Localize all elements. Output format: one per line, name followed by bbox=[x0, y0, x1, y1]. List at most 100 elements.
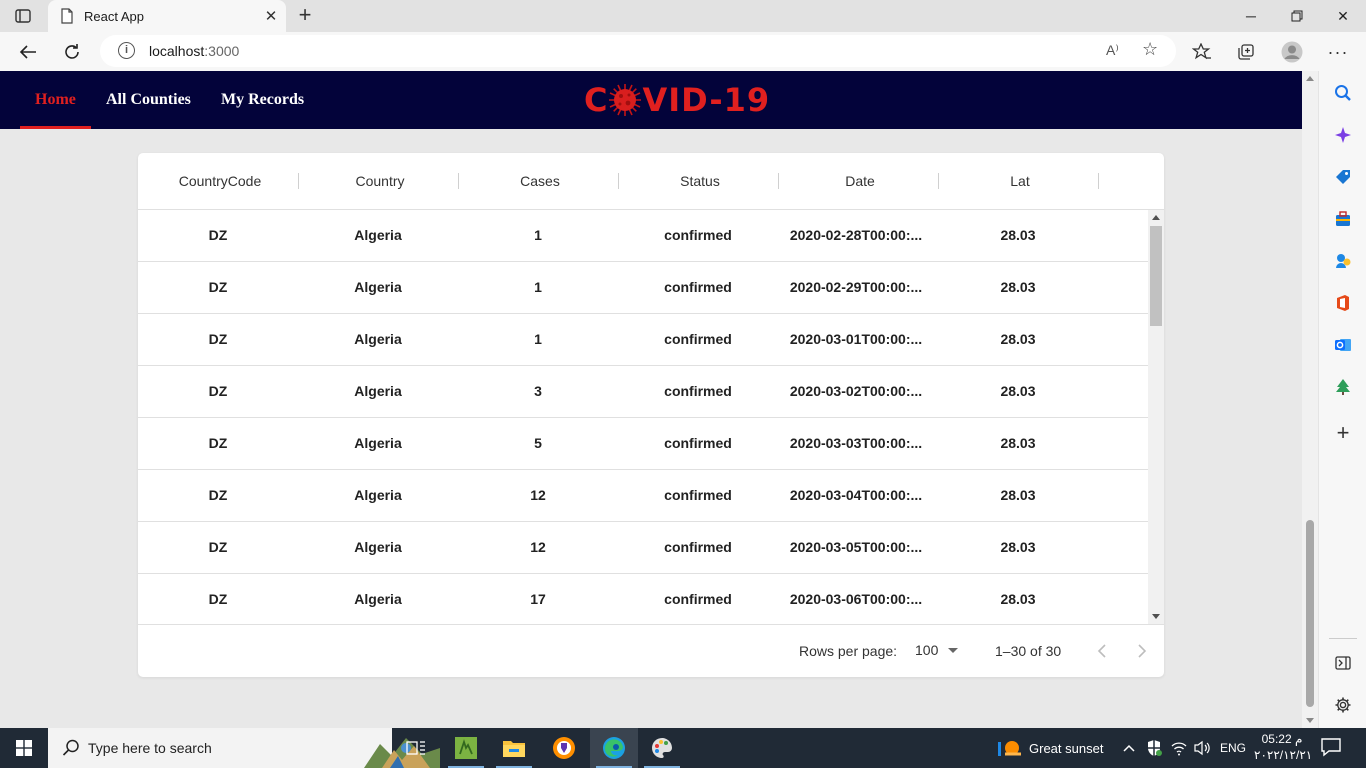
table-header: CountryCode Country Cases Status Date La… bbox=[138, 153, 1164, 210]
language-indicator[interactable]: ENG bbox=[1220, 728, 1246, 768]
records-table-card: CountryCode Country Cases Status Date La… bbox=[138, 153, 1164, 677]
taskbar-search-box[interactable]: Type here to search bbox=[48, 728, 440, 768]
clock-date: ٢٠٢٢/١٢/٢١ bbox=[1254, 748, 1313, 762]
clock-time: 05:22 م bbox=[1261, 732, 1303, 746]
network-wifi-icon[interactable] bbox=[1170, 728, 1188, 768]
nav-my-records[interactable]: My Records bbox=[221, 71, 304, 129]
table-row[interactable]: DZ Algeria 5 confirmed 2020-03-03T00:00:… bbox=[138, 418, 1148, 470]
table-row[interactable]: DZ Algeria 1 confirmed 2020-03-01T00:00:… bbox=[138, 314, 1148, 366]
close-tab-icon[interactable]: ✕ bbox=[256, 7, 286, 25]
table-row[interactable]: DZ Algeria 1 confirmed 2020-02-28T00:00:… bbox=[138, 210, 1148, 262]
column-header-date[interactable]: Date bbox=[780, 153, 940, 209]
scroll-down-arrow-icon[interactable] bbox=[1152, 614, 1160, 619]
app-green-icon[interactable] bbox=[442, 728, 490, 768]
table-scrollbar-thumb[interactable] bbox=[1150, 226, 1162, 326]
column-separator[interactable] bbox=[298, 173, 299, 189]
edge-icon[interactable] bbox=[590, 728, 638, 768]
add-favorite-icon[interactable]: ☆ bbox=[1142, 39, 1158, 60]
back-button[interactable] bbox=[14, 38, 42, 66]
sidebar-divider bbox=[1329, 638, 1357, 639]
tab-strip: React App ✕ + ─ ✕ bbox=[0, 0, 1366, 32]
column-separator[interactable] bbox=[1098, 173, 1099, 189]
page-icon bbox=[60, 8, 74, 24]
table-row[interactable]: DZ Algeria 17 confirmed 2020-03-06T00:00… bbox=[138, 574, 1148, 624]
column-separator[interactable] bbox=[778, 173, 779, 189]
tab-title: React App bbox=[84, 8, 144, 24]
column-header-lat[interactable]: Lat bbox=[940, 153, 1100, 209]
active-nav-indicator bbox=[20, 126, 91, 129]
browser-tab[interactable]: React App ✕ bbox=[48, 0, 286, 32]
tree-icon[interactable] bbox=[1331, 375, 1355, 399]
url-text[interactable]: localhost:3000 bbox=[149, 43, 239, 59]
search-icon bbox=[62, 739, 80, 762]
profile-avatar[interactable] bbox=[1278, 38, 1306, 66]
office-icon[interactable] bbox=[1331, 291, 1355, 315]
scroll-down-arrow-icon[interactable] bbox=[1306, 718, 1314, 723]
rows-per-page-select[interactable]: 100 bbox=[915, 642, 959, 658]
add-sidebar-app-icon[interactable]: + bbox=[1331, 420, 1355, 445]
paint-icon[interactable] bbox=[638, 728, 686, 768]
page-scrollbar[interactable] bbox=[1302, 71, 1318, 728]
favorites-icon[interactable] bbox=[1188, 38, 1216, 66]
page-scrollbar-thumb[interactable] bbox=[1306, 520, 1314, 707]
next-page-button[interactable] bbox=[1130, 639, 1154, 663]
windows-taskbar: Type here to search Great sunset ENG 05:… bbox=[0, 728, 1366, 768]
minimize-button[interactable]: ─ bbox=[1228, 0, 1274, 32]
outlook-icon[interactable] bbox=[1331, 333, 1355, 357]
site-info-icon[interactable]: i bbox=[118, 42, 135, 59]
tools-icon[interactable] bbox=[1331, 207, 1355, 231]
dropdown-caret-icon bbox=[948, 647, 959, 653]
taskbar-clock[interactable]: 05:22 م ٢٠٢٢/١٢/٢١ bbox=[1254, 731, 1313, 763]
table-pagination: Rows per page: 100 1–30 of 30 bbox=[138, 624, 1164, 677]
address-toolbar: i localhost:3000 A⁾ ☆ ··· bbox=[0, 32, 1366, 71]
collections-icon[interactable] bbox=[1232, 38, 1260, 66]
nav-home[interactable]: Home bbox=[35, 71, 76, 129]
edge-sidebar: + bbox=[1318, 71, 1366, 728]
games-icon[interactable] bbox=[1331, 249, 1355, 273]
table-body: DZ Algeria 1 confirmed 2020-02-28T00:00:… bbox=[138, 210, 1148, 624]
scroll-up-arrow-icon[interactable] bbox=[1306, 76, 1314, 81]
column-header-cases[interactable]: Cases bbox=[460, 153, 620, 209]
table-row[interactable]: DZ Algeria 12 confirmed 2020-03-05T00:00… bbox=[138, 522, 1148, 574]
windows-start-button[interactable] bbox=[0, 728, 48, 768]
previous-page-button[interactable] bbox=[1090, 639, 1114, 663]
weather-sun-icon bbox=[998, 741, 1021, 756]
new-tab-button[interactable]: + bbox=[292, 3, 318, 29]
notifications-icon[interactable] bbox=[1320, 736, 1344, 760]
hide-sidebar-icon[interactable] bbox=[1331, 651, 1355, 675]
column-header-status[interactable]: Status bbox=[620, 153, 780, 209]
rows-per-page-label: Rows per page: bbox=[799, 643, 898, 659]
file-explorer-icon[interactable] bbox=[490, 728, 538, 768]
search-icon[interactable] bbox=[1331, 81, 1355, 105]
virus-icon bbox=[609, 84, 642, 116]
show-hidden-icons-chevron-icon[interactable] bbox=[1122, 728, 1136, 768]
column-header-country[interactable]: Country bbox=[300, 153, 460, 209]
table-row[interactable]: DZ Algeria 12 confirmed 2020-03-04T00:00… bbox=[138, 470, 1148, 522]
read-aloud-icon[interactable]: A⁾ bbox=[1106, 42, 1119, 59]
refresh-button[interactable] bbox=[58, 38, 86, 66]
nav-all-counties[interactable]: All Counties bbox=[106, 71, 191, 129]
column-separator[interactable] bbox=[458, 173, 459, 189]
table-row[interactable]: DZ Algeria 3 confirmed 2020-03-02T00:00:… bbox=[138, 366, 1148, 418]
table-scrollbar[interactable] bbox=[1148, 210, 1164, 624]
covid-logo: C VID-19 bbox=[584, 81, 771, 119]
volume-speaker-icon[interactable] bbox=[1193, 728, 1211, 768]
security-shield-icon[interactable] bbox=[1146, 728, 1162, 768]
restore-button[interactable] bbox=[1274, 0, 1320, 32]
task-view-icon[interactable] bbox=[392, 728, 440, 768]
tab-actions-icon[interactable] bbox=[14, 8, 32, 24]
pagination-range: 1–30 of 30 bbox=[995, 643, 1062, 659]
scroll-up-arrow-icon[interactable] bbox=[1152, 215, 1160, 220]
address-bar[interactable]: i localhost:3000 A⁾ ☆ bbox=[100, 35, 1176, 67]
copilot-sparkle-icon[interactable] bbox=[1331, 123, 1355, 147]
settings-gear-icon[interactable] bbox=[1331, 693, 1355, 717]
table-row[interactable]: DZ Algeria 1 confirmed 2020-02-29T00:00:… bbox=[138, 262, 1148, 314]
column-separator[interactable] bbox=[938, 173, 939, 189]
column-header-countrycode[interactable]: CountryCode bbox=[140, 153, 300, 209]
brave-icon[interactable] bbox=[540, 728, 588, 768]
column-separator[interactable] bbox=[618, 173, 619, 189]
weather-widget[interactable]: Great sunset bbox=[998, 728, 1103, 768]
shopping-tag-icon[interactable] bbox=[1331, 165, 1355, 189]
close-window-button[interactable]: ✕ bbox=[1320, 0, 1366, 32]
more-options-icon[interactable]: ··· bbox=[1324, 38, 1352, 66]
